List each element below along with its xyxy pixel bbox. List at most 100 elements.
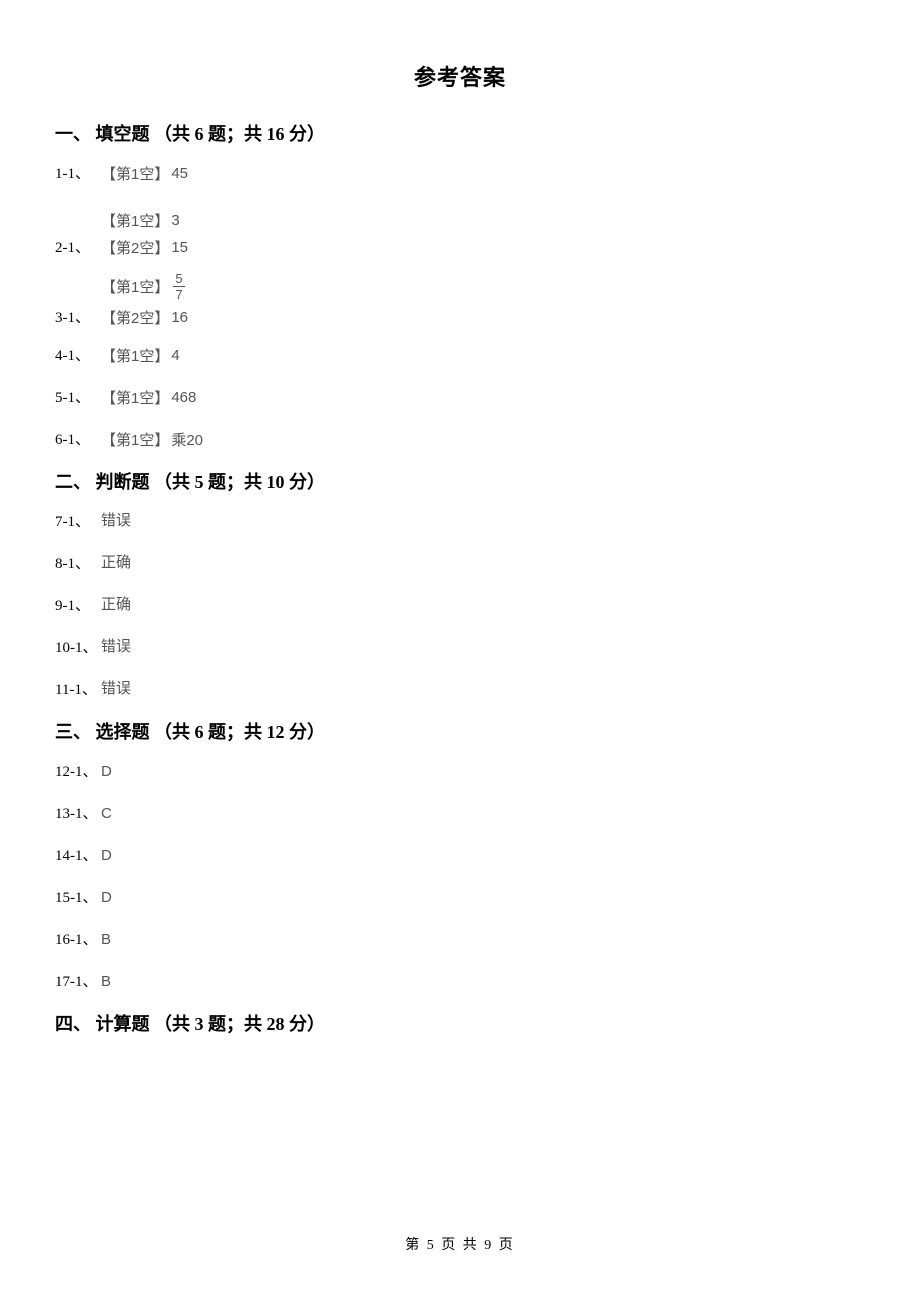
question-label: 6-1、 <box>55 428 101 450</box>
question-label: 7-1、 <box>55 510 101 532</box>
section-heading-1: 一、 填空题 （共 6 题；共 16 分） <box>55 120 865 146</box>
question-label: 5-1、 <box>55 386 101 408</box>
answer-value: B <box>101 931 111 948</box>
section-count: （共 3 题；共 28 分） <box>154 1014 325 1034</box>
page-title: 参考答案 <box>55 60 865 92</box>
answer-block: 【第1空】 乘20 <box>101 429 203 450</box>
section-name: 填空题 <box>96 124 150 144</box>
answer-row-10-1: 10-1、 错误 <box>55 634 865 658</box>
section-heading-2: 二、 判断题 （共 5 题；共 10 分） <box>55 468 865 494</box>
answer-row-17-1: 17-1、 B <box>55 968 865 992</box>
page-footer: 第 5 页 共 9 页 <box>0 1234 920 1254</box>
fraction-numerator: 5 <box>173 272 184 287</box>
answer-value: D <box>101 889 112 906</box>
answer-line: 【第1空】 468 <box>101 387 196 408</box>
answer-row-7-1: 7-1、 错误 <box>55 508 865 532</box>
blank-label-1: 【第1空】 <box>101 345 169 366</box>
answer-row-5-1: 5-1、 【第1空】 468 <box>55 384 865 408</box>
section-count: （共 6 题；共 16 分） <box>154 124 325 144</box>
section-number: 二、 <box>55 472 91 492</box>
answer-row-16-1: 16-1、 B <box>55 926 865 950</box>
answer-row-13-1: 13-1、 C <box>55 800 865 824</box>
answer-row-14-1: 14-1、 D <box>55 842 865 866</box>
answer-value: 正确 <box>101 551 131 572</box>
question-label: 3-1、 <box>55 306 101 328</box>
answer-row-2-1: 2-1、 【第1空】 3 【第2空】 15 <box>55 210 865 258</box>
question-label: 4-1、 <box>55 344 101 366</box>
section-count: （共 5 题；共 10 分） <box>154 472 325 492</box>
section-name: 选择题 <box>96 722 150 742</box>
document-page: 参考答案 一、 填空题 （共 6 题；共 16 分） 1-1、 【第1空】 45… <box>0 0 920 1036</box>
answer-row-12-1: 12-1、 D <box>55 758 865 782</box>
footer-prefix: 第 <box>405 1238 421 1253</box>
answer-line: 【第1空】 5 7 <box>101 272 188 301</box>
question-label: 9-1、 <box>55 594 101 616</box>
answer-value: 45 <box>171 165 188 182</box>
answer-value: 16 <box>171 309 188 326</box>
footer-mid: 页 共 <box>441 1238 479 1253</box>
question-label: 14-1、 <box>55 844 101 866</box>
section-number: 一、 <box>55 124 91 144</box>
section-heading-4: 四、 计算题 （共 3 题；共 28 分） <box>55 1010 865 1036</box>
answer-block: 【第1空】 45 <box>101 163 188 184</box>
question-label: 1-1、 <box>55 162 101 184</box>
footer-suffix: 页 <box>499 1238 515 1253</box>
answer-value: B <box>101 973 111 990</box>
answer-block: 【第1空】 5 7 【第2空】 16 <box>101 272 188 328</box>
answer-line: 【第2空】 15 <box>101 237 188 258</box>
blank-label-1: 【第1空】 <box>101 387 169 408</box>
answer-block: 【第1空】 3 【第2空】 15 <box>101 210 188 258</box>
answer-row-6-1: 6-1、 【第1空】 乘20 <box>55 426 865 450</box>
blank-label-1: 【第1空】 <box>101 163 169 184</box>
answer-value: 15 <box>171 239 188 256</box>
footer-total: 9 <box>484 1238 493 1253</box>
question-label: 2-1、 <box>55 236 101 258</box>
answer-value: D <box>101 847 112 864</box>
fraction-denominator: 7 <box>173 287 184 301</box>
section-name: 判断题 <box>96 472 150 492</box>
answer-line: 【第1空】 乘20 <box>101 429 203 450</box>
section-number: 四、 <box>55 1014 91 1034</box>
answer-row-11-1: 11-1、 错误 <box>55 676 865 700</box>
blank-label-1: 【第1空】 <box>101 210 169 231</box>
fraction-value: 5 7 <box>173 272 184 301</box>
question-label: 16-1、 <box>55 928 101 950</box>
answer-row-8-1: 8-1、 正确 <box>55 550 865 574</box>
section-number: 三、 <box>55 722 91 742</box>
answer-value: 乘20 <box>171 429 203 450</box>
answer-value: D <box>101 763 112 780</box>
question-label: 17-1、 <box>55 970 101 992</box>
section-heading-3: 三、 选择题 （共 6 题；共 12 分） <box>55 718 865 744</box>
question-label: 8-1、 <box>55 552 101 574</box>
question-label: 12-1、 <box>55 760 101 782</box>
answer-block: 【第1空】 468 <box>101 387 196 408</box>
blank-label-1: 【第1空】 <box>101 276 169 297</box>
answer-row-15-1: 15-1、 D <box>55 884 865 908</box>
answer-value: 错误 <box>101 635 131 656</box>
blank-label-2: 【第2空】 <box>101 237 169 258</box>
answer-row-1-1: 1-1、 【第1空】 45 <box>55 160 865 184</box>
question-label: 11-1、 <box>55 678 101 700</box>
answer-line: 【第1空】 45 <box>101 163 188 184</box>
answer-value: 正确 <box>101 593 131 614</box>
answer-value: 468 <box>171 389 196 406</box>
answer-value: 错误 <box>101 677 131 698</box>
answer-line: 【第2空】 16 <box>101 307 188 328</box>
question-label: 10-1、 <box>55 636 101 658</box>
question-label: 15-1、 <box>55 886 101 908</box>
answer-row-3-1: 3-1、 【第1空】 5 7 【第2空】 16 <box>55 272 865 328</box>
answer-row-9-1: 9-1、 正确 <box>55 592 865 616</box>
blank-label-2: 【第2空】 <box>101 307 169 328</box>
answer-value: C <box>101 805 112 822</box>
answer-value: 3 <box>171 212 179 229</box>
answer-line: 【第1空】 3 <box>101 210 188 231</box>
answer-block: 【第1空】 4 <box>101 345 180 366</box>
answer-value: 4 <box>171 347 179 364</box>
section-name: 计算题 <box>96 1014 150 1034</box>
answer-row-4-1: 4-1、 【第1空】 4 <box>55 342 865 366</box>
blank-label-1: 【第1空】 <box>101 429 169 450</box>
section-count: （共 6 题；共 12 分） <box>154 722 325 742</box>
answer-value: 错误 <box>101 509 131 530</box>
question-label: 13-1、 <box>55 802 101 824</box>
footer-page: 5 <box>427 1238 436 1253</box>
